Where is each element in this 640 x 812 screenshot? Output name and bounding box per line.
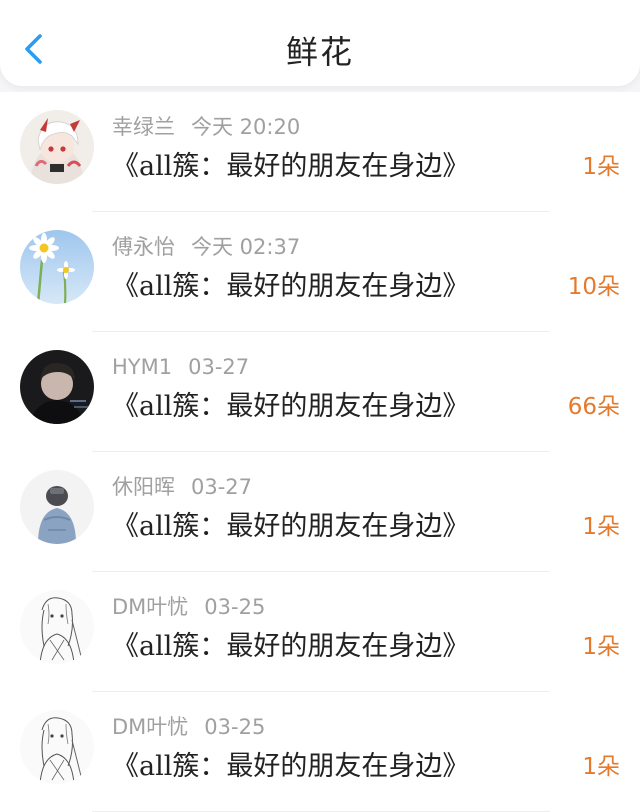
flower-count: 1朵 [582,154,620,180]
app-header: 鲜花 [0,0,640,86]
avatar [20,470,94,544]
list-item[interactable]: DM叶忧 03-25 《all簇：最好的朋友在身边》 1朵 [0,572,640,692]
user-name: 傅永怡 [112,235,175,259]
book-title: 《all簇：最好的朋友在身边》 [112,271,470,302]
user-meta: DM叶忧 03-25 [112,592,265,622]
user-meta: 幸绿兰 今天 20:20 [112,112,300,142]
user-name: 休阳晖 [112,475,175,499]
avatar [20,350,94,424]
user-meta: DM叶忧 03-25 [112,712,265,742]
user-name: DM叶忧 [112,715,189,739]
timestamp: 今天 02:37 [191,235,301,259]
list-item[interactable]: 傅永怡 今天 02:37 《all簇：最好的朋友在身边》 10朵 [0,212,640,332]
flower-count: 10朵 [567,274,620,300]
list-item[interactable]: HYM1 03-27 《all簇：最好的朋友在身边》 66朵 [0,332,640,452]
user-name: DM叶忧 [112,595,189,619]
page-title: 鲜花 [285,33,354,71]
flower-count: 1朵 [582,754,620,780]
timestamp: 今天 20:20 [191,115,301,139]
user-meta: 休阳晖 03-27 [112,472,252,502]
avatar [20,110,94,184]
flower-count: 1朵 [582,634,620,660]
avatar [20,590,94,664]
user-meta: HYM1 03-27 [112,352,249,382]
flower-count: 1朵 [582,514,620,540]
book-title: 《all簇：最好的朋友在身边》 [112,751,470,782]
user-meta: 傅永怡 今天 02:37 [112,232,300,262]
avatar [20,230,94,304]
timestamp: 03-27 [191,475,253,499]
user-name: HYM1 [112,355,173,379]
book-title: 《all簇：最好的朋友在身边》 [112,511,470,542]
user-name: 幸绿兰 [112,115,175,139]
book-title: 《all簇：最好的朋友在身边》 [112,631,470,662]
flower-count: 66朵 [567,394,620,420]
book-title: 《all簇：最好的朋友在身边》 [112,391,470,422]
timestamp: 03-27 [188,355,250,379]
timestamp: 03-25 [204,715,266,739]
list-item[interactable]: 休阳晖 03-27 《all簇：最好的朋友在身边》 1朵 [0,452,640,572]
flower-list: 幸绿兰 今天 20:20 《all簇：最好的朋友在身边》 1朵 傅永怡 今天 0… [0,92,640,812]
list-item[interactable]: 幸绿兰 今天 20:20 《all簇：最好的朋友在身边》 1朵 [0,92,640,212]
book-title: 《all簇：最好的朋友在身边》 [112,151,470,182]
timestamp: 03-25 [204,595,266,619]
avatar [20,710,94,784]
list-item[interactable]: DM叶忧 03-25 《all簇：最好的朋友在身边》 1朵 [0,692,640,812]
